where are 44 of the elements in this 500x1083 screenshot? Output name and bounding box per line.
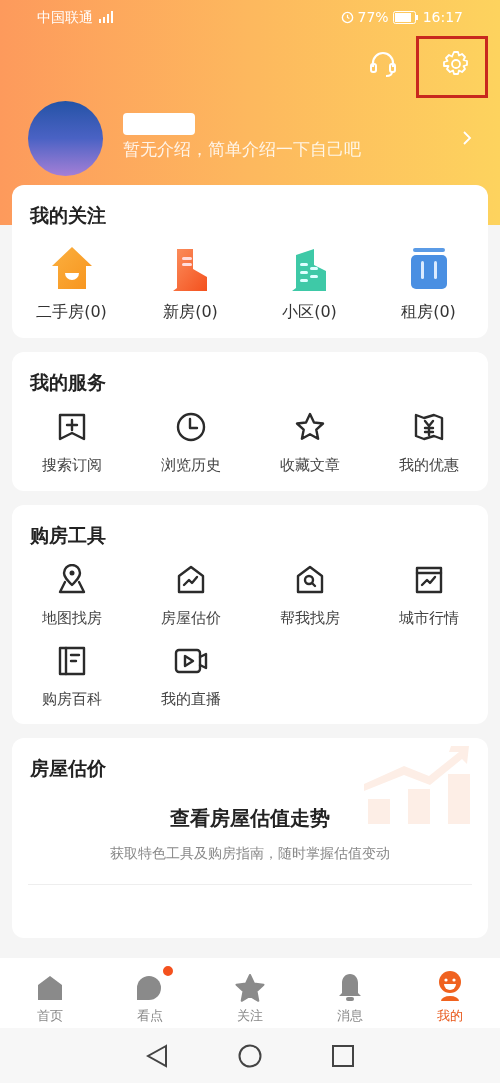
shortcut-item[interactable]: 浏览历史 [131, 410, 250, 477]
shortcut-item[interactable]: 房屋估价 [131, 563, 250, 630]
bell-icon [337, 972, 363, 1002]
shortcut-item[interactable]: 我的优惠 [369, 410, 488, 477]
section-title: 我的服务 [29, 369, 107, 395]
smiley-icon [436, 970, 464, 1002]
home-icon [36, 974, 64, 1002]
tab[interactable]: 消息 [300, 958, 400, 1028]
clock-time: 16:17 [422, 7, 463, 27]
section-title: 我的关注 [29, 203, 107, 228]
recent-apps-icon[interactable] [332, 1044, 354, 1067]
shortcut-item[interactable]: 新房(0) [131, 243, 250, 324]
shortcut-item[interactable]: 租房(0) [369, 243, 488, 324]
valuation-headline: 查看房屋估值走势 [169, 804, 331, 832]
back-icon[interactable] [146, 1043, 168, 1068]
alarm-icon [340, 10, 354, 24]
tab[interactable]: 我的 [400, 958, 500, 1028]
star-icon [293, 411, 326, 443]
shortcut-item[interactable]: 我的直播 [131, 643, 250, 710]
shortcut-item[interactable]: 购房百科 [12, 643, 131, 710]
star-icon [235, 974, 265, 1002]
profile-intro: 暂无介绍，简单介绍一下自己吧 [123, 138, 362, 162]
section-title: 购房工具 [29, 522, 107, 548]
shortcut-item[interactable]: 收藏文章 [250, 410, 369, 477]
valuation-description: 获取特色工具及购房指南，随时掌握估值变动 [109, 843, 391, 863]
shortcut-item[interactable]: 搜索订阅 [12, 410, 131, 477]
clock-icon [174, 411, 207, 443]
battery-icon [392, 10, 419, 24]
tab[interactable]: 关注 [200, 958, 300, 1028]
signal-icon [97, 11, 115, 23]
shortcut-item[interactable]: 小区(0) [250, 243, 369, 324]
redacted-name-mark [123, 113, 195, 136]
shortcut-item[interactable]: 二手房(0) [12, 243, 131, 324]
shortcut-item[interactable]: 地图找房 [12, 563, 131, 630]
tab[interactable]: 看点 [100, 958, 200, 1028]
highlight-frame [416, 36, 488, 98]
carrier-text: 中国联通 [37, 7, 93, 27]
tab[interactable]: 首页 [0, 958, 100, 1028]
coupon-icon [412, 411, 445, 443]
shortcut-item[interactable]: 帮我找房 [250, 563, 369, 630]
battery-percent: 77% [357, 7, 389, 27]
section-title: 房屋估价 [29, 756, 107, 781]
home-circle-icon[interactable] [238, 1043, 262, 1068]
shortcut-item[interactable]: 城市行情 [369, 563, 488, 630]
